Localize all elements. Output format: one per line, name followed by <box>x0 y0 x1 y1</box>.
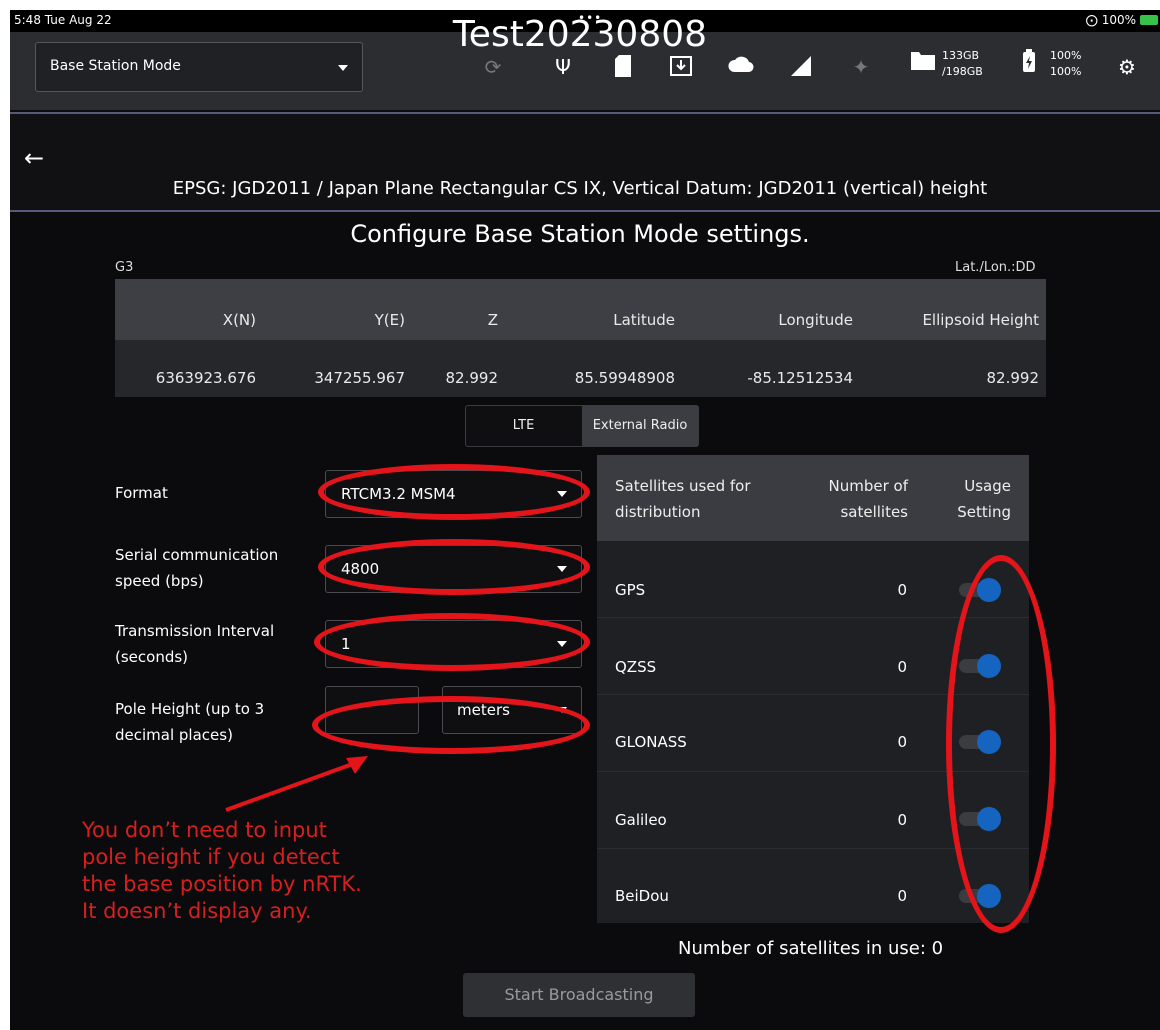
satellite-name: GLONASS <box>615 733 687 751</box>
speed-label-line2: speed (bps) <box>115 572 204 590</box>
header-longitude: Longitude <box>778 311 853 329</box>
speed-label-line1: Serial communication <box>115 546 279 564</box>
usb-icon[interactable]: Ψ <box>550 54 576 80</box>
header-z: Z <box>487 311 498 329</box>
download-icon[interactable] <box>668 54 694 80</box>
satellite-icon[interactable]: ✦ <box>848 54 874 80</box>
header-ye: Y(E) <box>374 311 405 329</box>
satellite-name: QZSS <box>615 658 657 676</box>
cloud-icon[interactable] <box>728 54 754 80</box>
gear-icon[interactable]: ⚙ <box>1114 54 1140 80</box>
coordinate-table-header: X(N) Y(E) Z Latitude Longitude Ellipsoid… <box>115 279 1046 340</box>
header-usage-line2: Setting <box>957 503 1011 521</box>
satellite-name: BeiDou <box>615 887 669 905</box>
coordinate-table-row: 6363923.676 347255.967 82.992 85.5994890… <box>115 340 1046 397</box>
value-z: 82.992 <box>445 369 499 387</box>
interval-label-line2: (seconds) <box>115 648 189 666</box>
annotation-ellipse-speed <box>318 539 590 595</box>
satellite-table-header: Satellites used for distribution Number … <box>597 455 1029 541</box>
annotation-ellipse-usage <box>946 555 1056 933</box>
value-longitude: -85.12512534 <box>747 369 853 387</box>
annotation-line-1: You don’t need to input <box>82 818 327 842</box>
satellite-name: Galileo <box>615 811 667 829</box>
pole-label-line2: decimal places) <box>115 726 233 744</box>
back-arrow-icon[interactable]: ← <box>24 144 44 172</box>
header-xn: X(N) <box>222 311 256 329</box>
interval-label: Transmission Interval (seconds) <box>115 618 274 670</box>
header-satellites-line1: Satellites used for <box>615 477 751 495</box>
annotation-line-4: It doesn’t display any. <box>82 899 312 923</box>
config-title: Configure Base Station Mode settings. <box>350 220 810 248</box>
satellite-count: 0 <box>897 811 907 829</box>
annotation-note: You don’t need to input pole height if y… <box>82 817 382 925</box>
satellite-name: GPS <box>615 581 646 599</box>
satellites-in-use: Number of satellites in use: 0 <box>678 938 944 959</box>
satellite-count: 0 <box>897 581 907 599</box>
value-ye: 347255.967 <box>314 369 405 387</box>
screenshot-edge <box>0 790 8 1030</box>
header-count-line1: Number of <box>828 477 908 495</box>
annotation-line-3: the base position by nRTK. <box>82 872 362 896</box>
page-subtitle: EPSG: JGD2011 / Japan Plane Rectangular … <box>172 178 988 199</box>
header-latitude: Latitude <box>613 311 675 329</box>
battery-level-2: 100% <box>1050 65 1082 78</box>
annotation-ellipse-pole <box>312 696 590 754</box>
pole-label-line1: Pole Height (up to 3 <box>115 700 265 718</box>
chevron-down-icon <box>338 65 348 71</box>
annotation-ellipse-format <box>318 464 590 520</box>
header-ellipsoid-height: Ellipsoid Height <box>922 311 1039 329</box>
header-satellites-line2: distribution <box>615 503 701 521</box>
link-type-toggle: LTE External Radio <box>465 405 699 447</box>
coordinate-table: X(N) Y(E) Z Latitude Longitude Ellipsoid… <box>115 279 1046 397</box>
format-label: Format <box>115 484 168 502</box>
timer-alert-icon[interactable]: ⟳ <box>480 54 506 80</box>
header-usage-line1: Usage <box>964 477 1011 495</box>
value-ellipsoid-height: 82.992 <box>986 369 1040 387</box>
satellite-count: 0 <box>897 887 907 905</box>
header-satellites: Satellites used for distribution <box>615 473 750 525</box>
coord-format-label[interactable]: Lat./Lon.:DD <box>955 260 1036 275</box>
header-usage: Usage Setting <box>949 473 1011 525</box>
annotation-line-2: pole height if you detect <box>82 845 340 869</box>
tab-external-radio[interactable]: External Radio <box>582 406 698 446</box>
coord-label-left: G3 <box>115 260 134 275</box>
speed-label: Serial communication speed (bps) <box>115 542 278 594</box>
interval-label-line1: Transmission Interval <box>115 622 275 640</box>
tab-lte[interactable]: LTE <box>466 406 581 446</box>
sd-card-icon[interactable] <box>610 54 636 80</box>
page-title: Test20230808 <box>452 14 708 55</box>
annotation-ellipse-interval <box>314 613 590 671</box>
mode-select-value: Base Station Mode <box>50 58 181 74</box>
satellite-count: 0 <box>897 658 907 676</box>
storage-total: /198GB <box>942 65 983 78</box>
pole-height-label: Pole Height (up to 3 decimal places) <box>115 696 264 748</box>
value-xn: 6363923.676 <box>155 369 256 387</box>
satellite-count: 0 <box>897 733 907 751</box>
start-broadcasting-button[interactable]: Start Broadcasting <box>463 973 695 1017</box>
header-count-line2: satellites <box>840 503 908 521</box>
annotation-arrow <box>225 756 368 812</box>
signal-icon[interactable] <box>788 54 814 80</box>
value-latitude: 85.59948908 <box>574 369 675 387</box>
header-count: Number of satellites <box>822 473 908 525</box>
